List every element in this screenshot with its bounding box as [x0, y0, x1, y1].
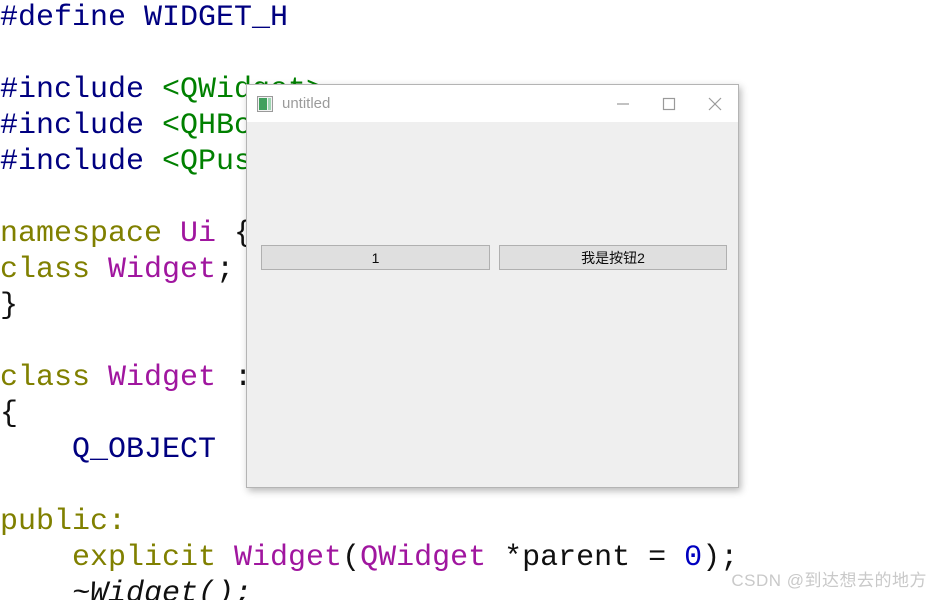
code-token: class — [0, 361, 109, 395]
code-token: #include — [0, 73, 163, 107]
minimize-button[interactable] — [600, 85, 646, 122]
window-title-bar[interactable]: untitled — [247, 85, 738, 122]
code-token: explicit — [72, 541, 235, 575]
code-token: #include — [0, 145, 163, 179]
code-token: ; — [216, 253, 235, 287]
code-token: Widget — [108, 253, 217, 287]
code-token: QWidget — [360, 541, 487, 575]
code-token: #include — [0, 109, 163, 143]
qt-application-window[interactable]: untitled 1 我是按钮2 — [246, 84, 739, 488]
close-button[interactable] — [692, 85, 738, 122]
window-client-area: 1 我是按钮2 — [247, 122, 738, 487]
screenshot-root: #define WIDGET_H #include <QWidget> #incl… — [0, 0, 939, 600]
code-token: Q_OBJECT — [72, 433, 217, 467]
maximize-icon — [662, 97, 676, 111]
maximize-button[interactable] — [646, 85, 692, 122]
code-token: Widget — [108, 361, 217, 395]
code-line: public: — [0, 504, 939, 540]
qt-app-icon — [257, 95, 273, 112]
code-token: 0 — [684, 541, 703, 575]
code-token: ( — [342, 541, 361, 575]
code-token: #define WIDGET_H — [0, 1, 289, 35]
csdn-watermark: CSDN @到达想去的地方 — [731, 571, 927, 590]
code-token: } — [0, 289, 19, 323]
code-line: #define WIDGET_H — [0, 0, 939, 36]
code-token: Ui — [180, 217, 217, 251]
code-token: class — [0, 253, 109, 287]
code-token: public: — [0, 505, 127, 539]
minimize-icon — [616, 97, 630, 111]
code-token: { — [0, 397, 19, 431]
window-title-text: untitled — [282, 95, 331, 112]
close-icon — [707, 96, 723, 112]
button-two[interactable]: 我是按钮2 — [499, 245, 727, 270]
code-token: namespace — [0, 217, 181, 251]
code-token: Widget — [234, 541, 343, 575]
code-token: *parent = — [486, 541, 685, 575]
code-token: ~Widget(); — [72, 577, 253, 600]
button-one[interactable]: 1 — [261, 245, 490, 270]
